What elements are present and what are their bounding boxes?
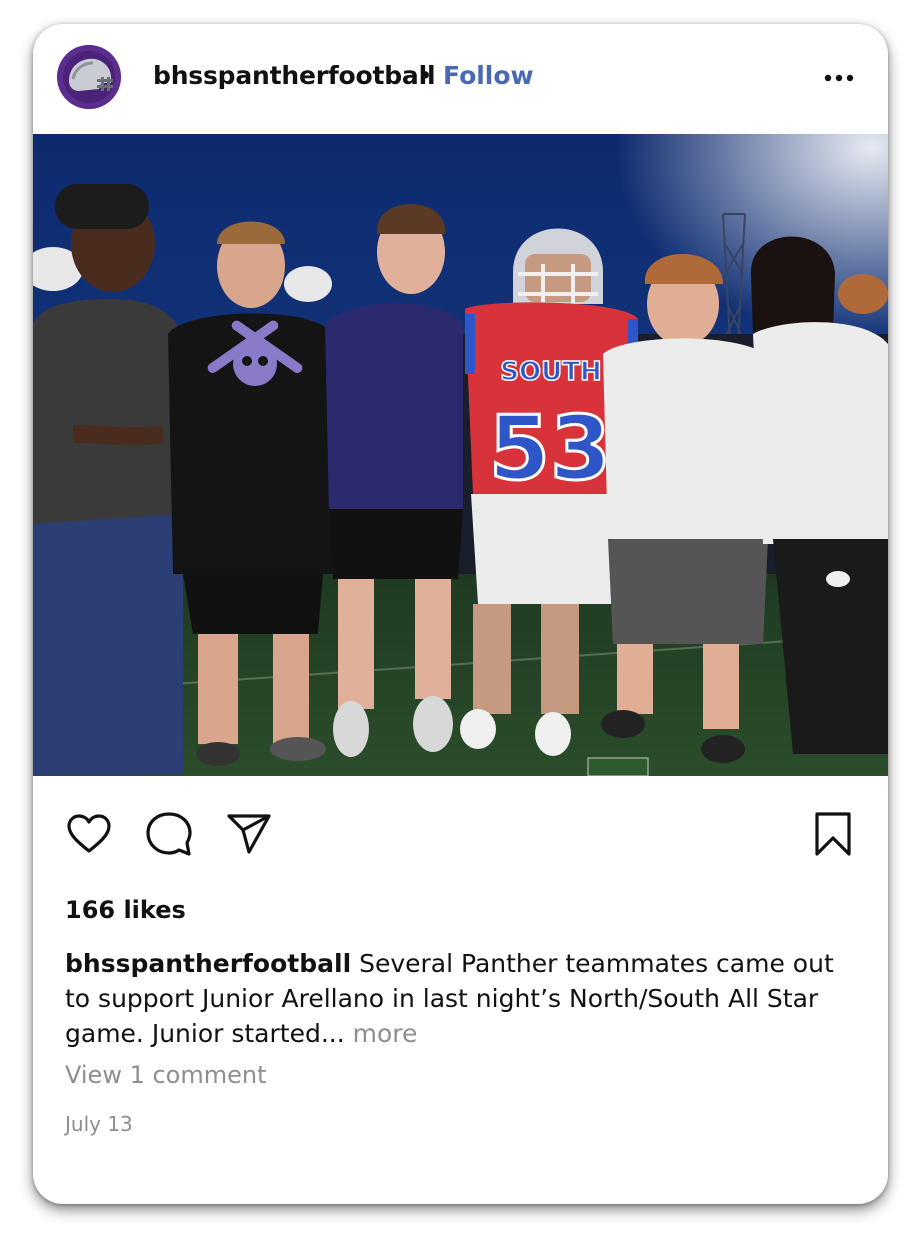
bookmark-icon — [815, 812, 851, 856]
caption-more-link[interactable]: more — [345, 1019, 418, 1048]
caption-username[interactable]: bhsspantherfootball — [65, 949, 351, 978]
instagram-post-card: bhsspantherfootball • Follow SOUTH 53 16… — [33, 24, 888, 1204]
post-date: July 13 — [65, 1112, 133, 1136]
panther-helmet-logo-icon — [57, 45, 121, 109]
like-button[interactable] — [65, 810, 113, 858]
post-header: bhsspantherfootball • Follow — [33, 24, 888, 134]
share-icon — [227, 814, 271, 854]
save-button[interactable] — [811, 810, 855, 858]
follow-button[interactable]: Follow — [443, 61, 534, 90]
header-separator: • — [418, 61, 433, 90]
heart-icon — [67, 814, 111, 853]
jersey-team-text: SOUTH — [500, 357, 601, 387]
post-username[interactable]: bhsspantherfootball — [153, 61, 436, 90]
comment-icon — [146, 812, 192, 856]
more-options-icon — [824, 74, 854, 82]
view-comments-link[interactable]: View 1 comment — [65, 1061, 267, 1089]
post-photo[interactable]: SOUTH 53 — [33, 134, 888, 776]
team-photo-image: SOUTH 53 — [33, 134, 888, 776]
share-button[interactable] — [225, 810, 273, 858]
avatar[interactable] — [57, 45, 121, 109]
likes-count[interactable]: 166 likes — [65, 896, 186, 924]
jersey-number-text: 53 — [489, 397, 611, 500]
more-options-button[interactable] — [819, 66, 859, 90]
post-caption: bhsspantherfootball Several Panther team… — [65, 946, 855, 1051]
comment-button[interactable] — [145, 810, 193, 858]
